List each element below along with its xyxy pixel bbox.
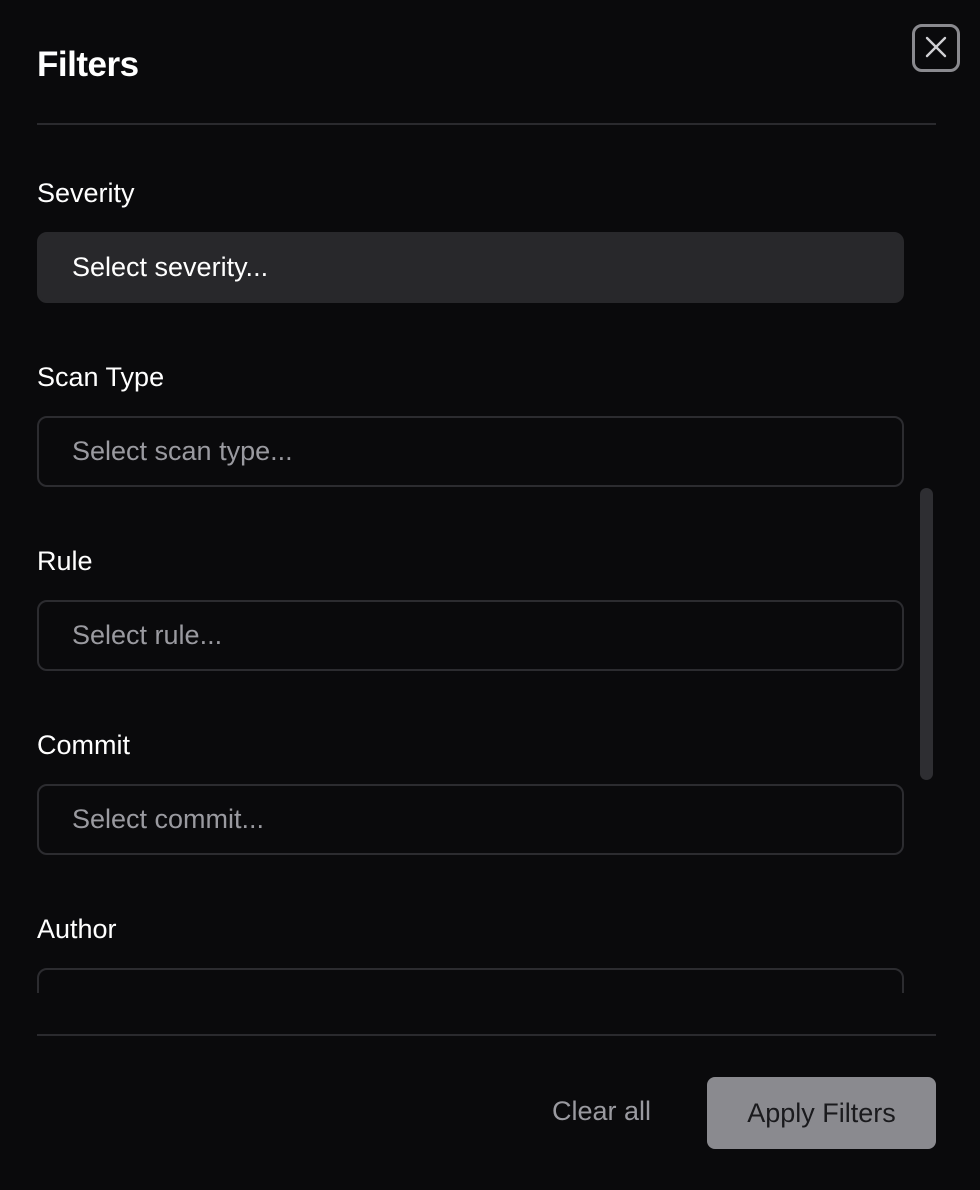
scan-type-select[interactable]: Select scan type... <box>37 416 904 487</box>
scrollbar-thumb[interactable] <box>920 488 933 780</box>
dialog-title: Filters <box>37 45 139 84</box>
filters-body: Severity Select severity... Scan Type Se… <box>37 127 905 993</box>
author-label: Author <box>37 914 117 944</box>
scan-type-select-text: Select scan type... <box>72 436 293 466</box>
dialog-footer: Clear all Apply Filters <box>37 1034 936 1190</box>
rule-label: Rule <box>37 546 93 576</box>
author-select[interactable] <box>37 968 904 993</box>
clear-all-button[interactable]: Clear all <box>552 1096 651 1127</box>
rule-select-text: Select rule... <box>72 620 223 650</box>
severity-select-text: Select severity... <box>72 252 269 282</box>
apply-filters-button[interactable]: Apply Filters <box>707 1077 936 1149</box>
commit-label: Commit <box>37 730 130 760</box>
filters-dialog: Filters Severity Select severity... Scan… <box>0 0 980 1190</box>
commit-select-text: Select commit... <box>72 804 265 834</box>
rule-select[interactable]: Select rule... <box>37 600 904 671</box>
close-icon <box>923 34 949 63</box>
severity-label: Severity <box>37 178 135 208</box>
scan-type-label: Scan Type <box>37 362 165 392</box>
commit-select[interactable]: Select commit... <box>37 784 904 855</box>
severity-select[interactable]: Select severity... <box>37 232 904 303</box>
dialog-header: Filters <box>37 0 936 125</box>
close-button[interactable] <box>912 24 960 72</box>
